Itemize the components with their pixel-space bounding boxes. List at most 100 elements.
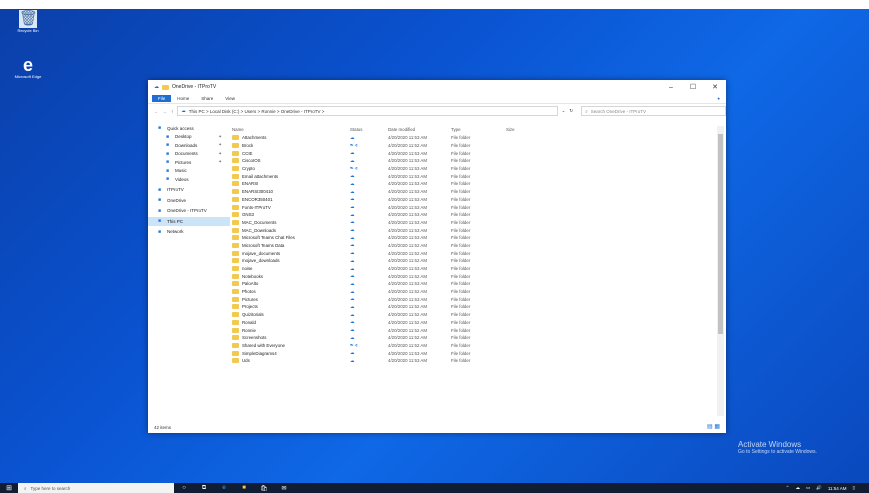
table-row[interactable]: PaloAlto ☁ 4/20/2020 11:53 AM File folder [232, 280, 718, 288]
table-row[interactable]: ENCOR350401 ☁ 4/20/2020 11:53 AM File folde… [232, 196, 718, 204]
folder-icon [232, 212, 239, 218]
column-date[interactable]: Date modified [388, 127, 451, 132]
table-row[interactable]: Quizitorials ☁ 4/20/2020 11:52 AM File fold… [232, 311, 718, 319]
file-explorer-window[interactable]: ☁ OneDrive - ITProTV – ☐ ✕ File Home Sha… [148, 80, 726, 433]
nav-item[interactable]: ■ OneDrive [148, 196, 230, 205]
address-bar[interactable]: ☁ This PC > Local Disk (C:) > Users > Ro… [177, 106, 558, 116]
nav-item[interactable]: ■ Documents ✦ [148, 150, 230, 159]
notification-icon[interactable]: ▯ [853, 485, 855, 491]
view-buttons[interactable]: ▤ ▦ [707, 423, 720, 430]
edge-icon[interactable]: e [214, 485, 234, 491]
tab-view[interactable]: View [219, 95, 241, 102]
table-row[interactable]: Shared with Everyone ☁ ዳ 4/20/2020 11:52 A… [232, 342, 718, 350]
table-row[interactable]: MAC_Downloads ☁ 4/20/2020 11:53 AM File fol… [232, 226, 718, 234]
desktop-icon-recycle-bin[interactable]: 🗑 Recycle Bin [10, 10, 46, 33]
table-row[interactable]: Ronnie ☁ 4/20/2020 11:52 AM File folder [232, 326, 718, 334]
pin-icon[interactable]: ✦ [218, 159, 222, 165]
table-row[interactable]: Fonts-ITProTV ☁ 4/20/2020 11:53 AM File fol… [232, 203, 718, 211]
details-view-icon[interactable]: ▤ [707, 424, 713, 430]
table-row[interactable]: Photos ☁ 4/20/2020 11:52 AM File folder [232, 288, 718, 296]
nav-item[interactable]: ■ Pictures ✦ [148, 158, 230, 167]
taskbar-search[interactable]: ⌕ Type here to search [18, 483, 174, 493]
table-row[interactable]: Crypto ☁ ዳ 4/20/2020 11:53 AM File folder [232, 165, 718, 173]
nav-item[interactable]: ■ Videos [148, 175, 230, 184]
table-row[interactable]: noise ☁ 4/20/2020 11:53 AM File folder [232, 265, 718, 273]
nav-item[interactable]: ■ Downloads ✦ [148, 141, 230, 150]
tray-up-icon[interactable]: ⌃ [786, 485, 790, 491]
file-type: File folder [451, 204, 471, 210]
sync-status: ☁ [350, 265, 355, 271]
maximize-button[interactable]: ☐ [682, 83, 704, 91]
date-modified: 4/20/2020 11:53 AM [388, 212, 427, 218]
store-icon[interactable]: 🛍 [254, 485, 274, 492]
nav-item[interactable]: ■ Music [148, 167, 230, 176]
table-row[interactable]: Microsoft Teams Data ☁ 4/20/2020 11:52 AM F… [232, 242, 718, 250]
table-row[interactable]: ENARSI ☁ 4/20/2020 11:53 AM File folder [232, 180, 718, 188]
back-icon[interactable]: ← [154, 109, 159, 114]
tab-share[interactable]: Share [195, 95, 219, 102]
minimize-button[interactable]: – [660, 84, 682, 91]
volume-icon[interactable]: 🔊 [816, 485, 822, 491]
column-status[interactable]: Status [350, 127, 388, 132]
file-type: File folder [451, 250, 471, 256]
table-row[interactable]: SimpleDiagrams4 ☁ 4/20/2020 11:53 AM File f… [232, 349, 718, 357]
nav-item[interactable]: ■ This PC [148, 217, 230, 226]
table-row[interactable]: Screenshots ☁ 4/20/2020 11:52 AM File folde… [232, 334, 718, 342]
task-view-icon[interactable]: ⧉ [194, 485, 214, 492]
forward-icon[interactable]: → [163, 109, 168, 114]
table-row[interactable]: Email attachments ☁ 4/20/2020 11:53 AM File… [232, 172, 718, 180]
file-name-text: ENARSI300410 [242, 189, 273, 195]
large-icons-view-icon[interactable]: ▦ [714, 424, 720, 430]
window-titlebar[interactable]: ☁ OneDrive - ITProTV – ☐ ✕ [148, 80, 726, 94]
table-row[interactable]: Brock ☁ ዳ 4/20/2020 11:52 AM File folder [232, 142, 718, 150]
column-size[interactable]: Size [506, 127, 546, 132]
table-row[interactable]: Attachments ☁ 4/20/2020 11:53 AM File folde… [232, 134, 718, 142]
start-button[interactable]: ⊞ [0, 484, 18, 492]
table-row[interactable]: Ronald ☁ 4/20/2020 11:52 AM File folder [232, 319, 718, 327]
cortana-icon[interactable]: ○ [174, 485, 194, 491]
table-row[interactable]: CiscoIOS ☁ 4/20/2020 11:53 AM File folder [232, 157, 718, 165]
date-modified: 4/20/2020 11:53 AM [388, 173, 427, 179]
file-name: Uds [232, 358, 350, 364]
nav-item[interactable]: ■ OneDrive - ITProTV [148, 207, 230, 216]
desktop-icon-edge[interactable]: e Microsoft Edge [10, 56, 46, 79]
table-row[interactable]: Notebooks ☁ 4/20/2020 11:52 AM File folder [232, 272, 718, 280]
date-modified: 4/20/2020 11:53 AM [388, 350, 427, 356]
nav-item[interactable]: ■ Network [148, 228, 230, 237]
mail-icon[interactable]: ✉ [274, 485, 294, 492]
table-row[interactable]: Projects ☁ 4/20/2020 11:52 AM File folder [232, 303, 718, 311]
chevron-down-icon[interactable]: ⌄ [562, 108, 566, 114]
nav-item[interactable]: ■ Desktop ✦ [148, 133, 230, 142]
network-tray-icon[interactable]: ▭ [806, 485, 810, 491]
table-row[interactable]: mojave_downloads ☁ 4/20/2020 11:52 AM File … [232, 257, 718, 265]
pin-icon[interactable]: ✦ [218, 142, 222, 148]
date-modified: 4/20/2020 11:52 AM [388, 143, 427, 149]
close-button[interactable]: ✕ [704, 83, 726, 91]
refresh-icon[interactable]: ↻ [569, 108, 573, 114]
table-row[interactable]: GNS3 ☁ 4/20/2020 11:53 AM File folder [232, 211, 718, 219]
clock[interactable]: 11:54 AM [828, 486, 847, 491]
folder-icon [232, 312, 239, 318]
vertical-scrollbar[interactable] [717, 126, 724, 416]
tab-file[interactable]: File [152, 95, 172, 102]
table-row[interactable]: Uds ☁ 4/20/2020 11:53 AM File folder [232, 357, 718, 365]
tab-home[interactable]: Home [171, 95, 195, 102]
table-row[interactable]: Pictures ☁ 4/20/2020 11:53 AM File folder [232, 295, 718, 303]
table-row[interactable]: Microsoft Teams Chat Files ☁ 4/20/2020 11:… [232, 234, 718, 242]
nav-item[interactable]: ■ Quick access [148, 124, 230, 133]
table-row[interactable]: mojave_documents ☁ 4/20/2020 11:52 AM File … [232, 249, 718, 257]
pin-icon[interactable]: ✦ [218, 151, 222, 157]
search-input[interactable]: ⌕ Search OneDrive - ITProTV [581, 106, 726, 116]
table-row[interactable]: MAC_Documents ☁ 4/20/2020 11:53 AM File fol… [232, 219, 718, 227]
table-row[interactable]: CCIE ☁ 4/20/2020 11:53 AM File folder [232, 149, 718, 157]
column-name[interactable]: Name [232, 127, 350, 132]
nav-item[interactable]: ■ ITProTV [148, 186, 230, 195]
scrollbar-thumb[interactable] [718, 134, 723, 334]
table-row[interactable]: ENARSI300410 ☁ 4/20/2020 11:53 AM File fold… [232, 188, 718, 196]
file-explorer-icon[interactable]: ■ [234, 485, 254, 491]
help-icon[interactable]: ● [717, 96, 720, 101]
up-icon[interactable]: ↑ [171, 109, 173, 114]
onedrive-tray-icon[interactable]: ☁ [795, 485, 800, 491]
pin-icon[interactable]: ✦ [218, 134, 222, 140]
column-type[interactable]: Type [451, 127, 506, 132]
